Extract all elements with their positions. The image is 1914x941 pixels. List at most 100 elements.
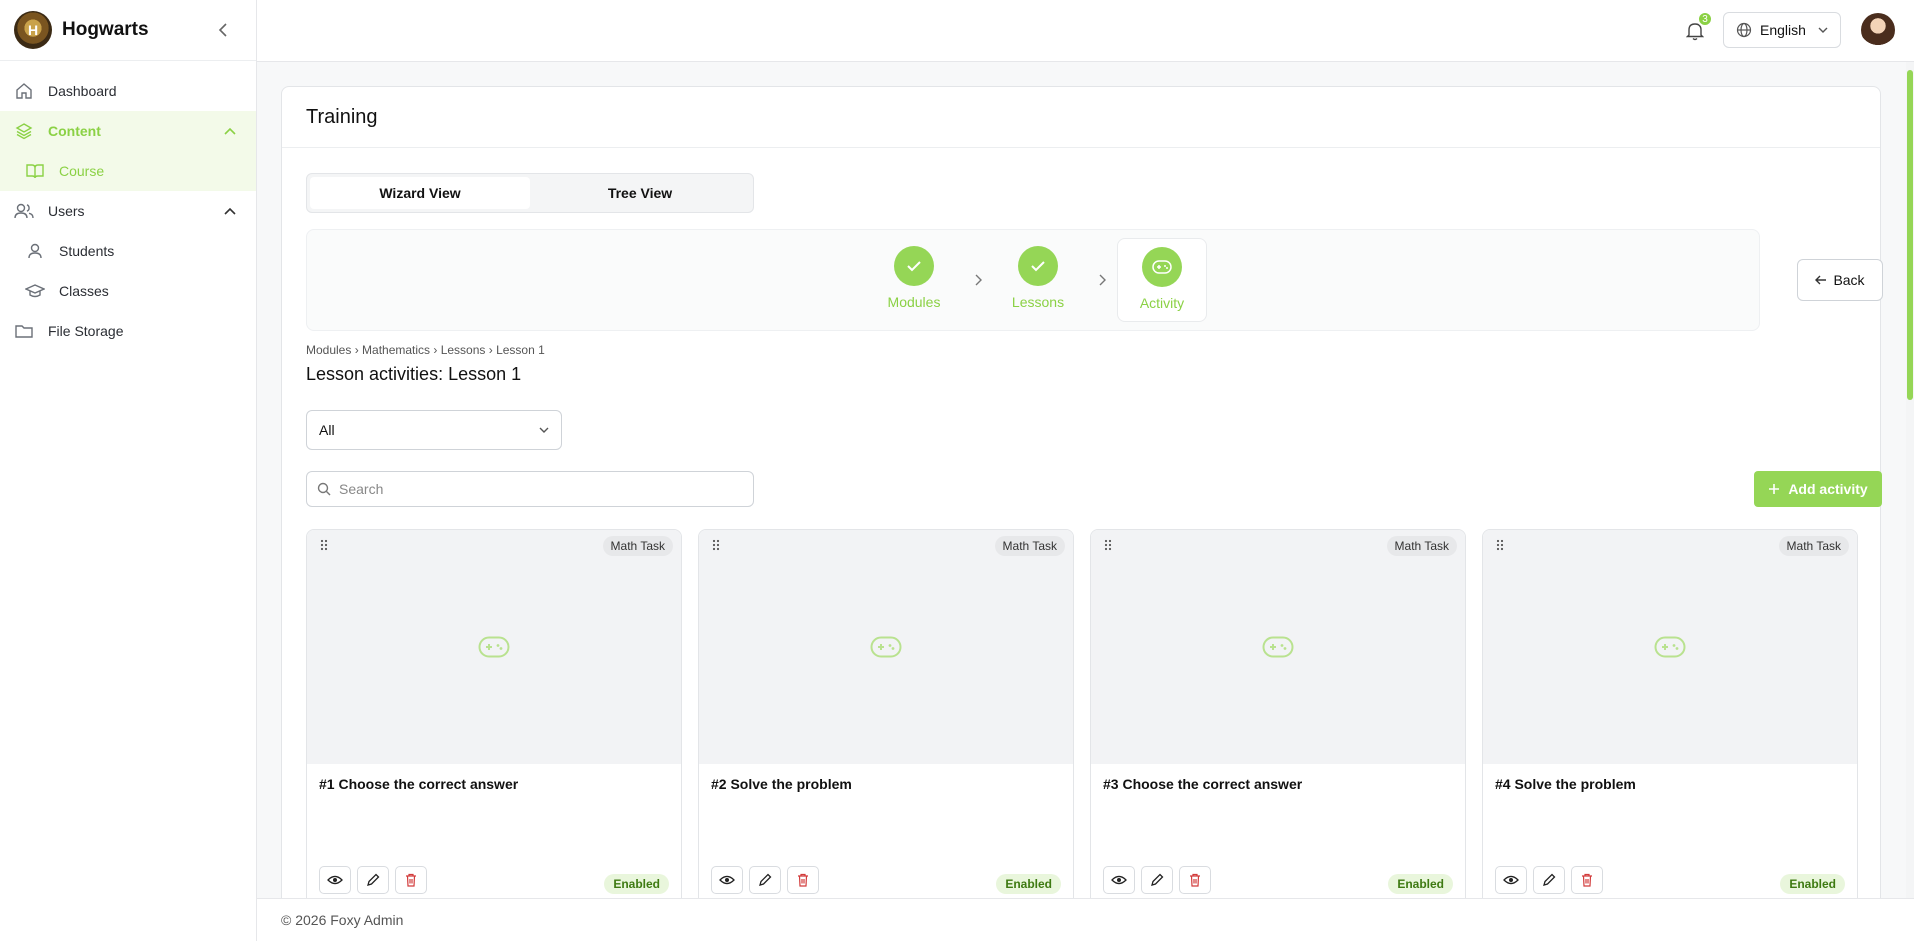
edit-button[interactable] <box>1141 866 1173 894</box>
sidebar: H Hogwarts Dashboard Content Course User… <box>0 0 257 941</box>
status-badge: Enabled <box>1388 874 1453 894</box>
activity-title: #4 Solve the problem <box>1495 776 1636 792</box>
book-icon <box>25 161 45 181</box>
language-label: English <box>1760 22 1806 38</box>
sidebar-item-label: Course <box>59 163 105 179</box>
eye-icon <box>1503 875 1519 885</box>
notifications-button[interactable]: 3 <box>1681 11 1713 45</box>
breadcrumb: Modules › Mathematics › Lessons › Lesson… <box>306 343 545 357</box>
drag-handle-icon[interactable] <box>1493 538 1507 552</box>
view-button[interactable] <box>1103 866 1135 894</box>
topbar: 3 English <box>257 0 1914 62</box>
activity-title: #3 Choose the correct answer <box>1103 776 1303 792</box>
copyright-text: © 2026 Foxy Admin <box>281 912 404 928</box>
edit-button[interactable] <box>1533 866 1565 894</box>
view-button[interactable] <box>1495 866 1527 894</box>
gamepad-icon <box>870 636 902 658</box>
delete-button[interactable] <box>1571 866 1603 894</box>
step-activity[interactable]: Activity <box>1117 238 1207 322</box>
delete-button[interactable] <box>787 866 819 894</box>
activity-thumbnail: Math Task <box>1091 530 1465 764</box>
sidebar-item-classes[interactable]: Classes <box>0 271 256 311</box>
sidebar-item-users[interactable]: Users <box>0 191 256 231</box>
activity-card[interactable]: Math Task #4 Solve the problem Enabled <box>1482 529 1858 898</box>
page-title: Training <box>282 87 1880 148</box>
pencil-icon <box>1543 873 1556 886</box>
sidebar-item-label: Classes <box>59 283 109 299</box>
sidebar-item-course[interactable]: Course <box>0 151 256 191</box>
drag-handle-icon[interactable] <box>317 538 331 552</box>
search-box <box>306 471 754 507</box>
tab-wizard-view[interactable]: Wizard View <box>310 177 530 209</box>
chevron-down-icon <box>1818 27 1828 33</box>
step-lessons[interactable]: Lessons <box>993 238 1083 322</box>
language-select[interactable]: English <box>1723 12 1841 48</box>
main-content: Training Wizard View Tree View Modules L… <box>257 62 1914 898</box>
check-icon <box>894 246 934 286</box>
step-label: Modules <box>887 294 941 310</box>
hogwarts-logo: H <box>14 11 52 49</box>
edit-button[interactable] <box>357 866 389 894</box>
chevron-right-icon <box>1094 272 1110 288</box>
collapse-sidebar-icon[interactable] <box>214 21 232 39</box>
trash-icon <box>1582 873 1592 887</box>
training-card: Training Wizard View Tree View Modules L… <box>281 86 1883 898</box>
users-icon <box>14 201 34 221</box>
view-button[interactable] <box>711 866 743 894</box>
page-scrollbar[interactable] <box>1906 62 1914 898</box>
drag-handle-icon[interactable] <box>709 538 723 552</box>
back-button[interactable]: Back <box>1797 259 1883 301</box>
sidebar-item-label: Students <box>59 243 115 259</box>
activity-type-tag: Math Task <box>994 536 1065 556</box>
chevron-down-icon <box>539 427 549 433</box>
activity-type-tag: Math Task <box>1778 536 1849 556</box>
sidebar-item-content[interactable]: Content <box>0 111 256 151</box>
tab-tree-view[interactable]: Tree View <box>530 177 750 209</box>
sidebar-item-label: Content <box>48 123 101 139</box>
user-icon <box>25 241 45 261</box>
add-activity-button[interactable]: Add activity <box>1754 471 1882 507</box>
arrow-left-icon <box>1815 275 1827 285</box>
step-modules[interactable]: Modules <box>869 238 959 322</box>
lesson-title: Lesson activities: Lesson 1 <box>306 364 522 384</box>
activity-type-tag: Math Task <box>602 536 673 556</box>
activity-thumbnail: Math Task <box>307 530 681 764</box>
view-button[interactable] <box>319 866 351 894</box>
drag-handle-icon[interactable] <box>1101 538 1115 552</box>
brand-name: Hogwarts <box>62 19 149 40</box>
graduation-cap-icon <box>25 281 45 301</box>
sidebar-item-students[interactable]: Students <box>0 231 256 271</box>
delete-button[interactable] <box>1179 866 1211 894</box>
chevron-up-icon <box>222 203 238 219</box>
filter-value: All <box>319 422 335 438</box>
layers-icon <box>14 121 34 141</box>
sidebar-item-file-storage[interactable]: File Storage <box>0 311 256 351</box>
delete-button[interactable] <box>395 866 427 894</box>
activity-type-filter[interactable]: All <box>306 410 562 450</box>
activity-card[interactable]: Math Task #2 Solve the problem Enabled <box>698 529 1074 898</box>
activity-card[interactable]: Math Task #3 Choose the correct answer E… <box>1090 529 1466 898</box>
scrollbar-thumb[interactable] <box>1907 70 1913 400</box>
trash-icon <box>798 873 808 887</box>
brand: H Hogwarts <box>0 0 256 61</box>
view-switcher: Wizard View Tree View <box>306 173 754 213</box>
search-input[interactable] <box>339 481 719 497</box>
activity-title: #2 Solve the problem <box>711 776 852 792</box>
trash-icon <box>1190 873 1200 887</box>
plus-icon <box>1769 484 1780 494</box>
activity-actions <box>1103 866 1211 894</box>
sidebar-item-dashboard[interactable]: Dashboard <box>0 71 256 111</box>
back-label: Back <box>1833 272 1865 288</box>
sidebar-item-label: File Storage <box>48 323 124 339</box>
pencil-icon <box>759 873 772 886</box>
activity-type-tag: Math Task <box>1386 536 1457 556</box>
edit-button[interactable] <box>749 866 781 894</box>
status-badge: Enabled <box>604 874 669 894</box>
chevron-up-icon <box>222 123 238 139</box>
user-avatar[interactable] <box>1861 13 1895 47</box>
home-icon <box>14 81 34 101</box>
activity-actions <box>319 866 427 894</box>
activity-card[interactable]: Math Task #1 Choose the correct answer E… <box>306 529 682 898</box>
activity-thumbnail: Math Task <box>699 530 1073 764</box>
gamepad-icon <box>1654 636 1686 658</box>
